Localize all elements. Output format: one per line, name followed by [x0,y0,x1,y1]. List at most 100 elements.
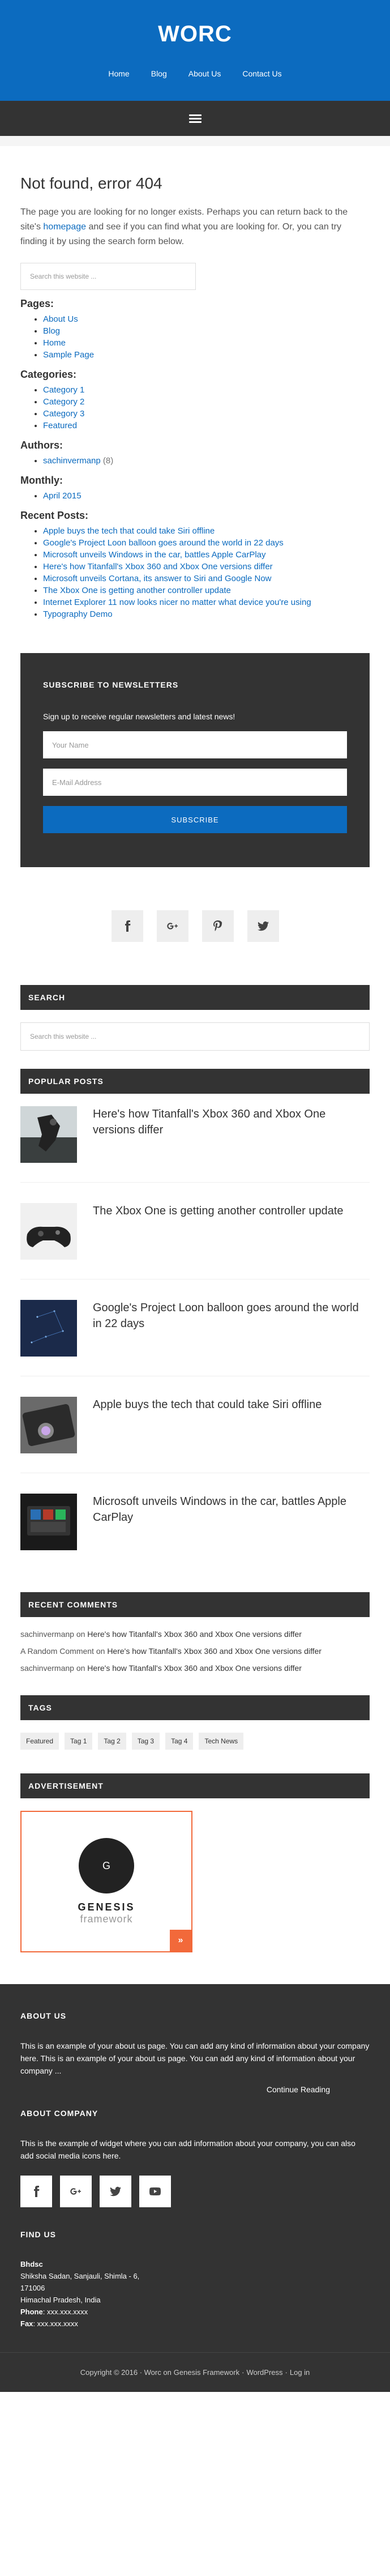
address-line: 171006 [20,2284,45,2292]
recent-post-link[interactable]: Microsoft unveils Cortana, its answer to… [43,574,272,583]
monthly-heading: Monthly: [20,475,63,486]
controller-thumbnail[interactable] [20,1203,77,1260]
email-field[interactable]: E-Mail Address [43,769,347,796]
loon-balloon-thumbnail[interactable] [20,1300,77,1357]
genesis-ad-banner[interactable]: G GENESIS framework » [20,1811,192,1952]
comment-on: on [96,1647,105,1656]
page-link[interactable]: Home [43,338,66,348]
nav-blog[interactable]: Blog [151,69,167,78]
comment-author[interactable]: sachinvermanp [20,1664,74,1673]
pages-list: About Us Blog Home Sample Page [20,313,370,361]
list-item: Category 1 [43,384,370,396]
list-item: Category 2 [43,396,370,408]
list-item: Google's Project Loon balloon goes aroun… [43,537,370,549]
popular-post[interactable]: Microsoft unveils Windows in the car, ba… [20,1494,370,1570]
category-link[interactable]: Category 3 [43,409,84,419]
newsletter-text: Sign up to receive regular newsletters a… [43,712,235,721]
genesis-framework-link[interactable]: Genesis Framework [174,2368,239,2377]
site-title[interactable]: WORC [0,0,390,69]
address-line: Himachal Pradesh, India [20,2296,101,2304]
about-company-text: This is the example of widget where you … [20,2139,355,2160]
carplay-thumbnail[interactable] [20,1494,77,1550]
list-item: About Us [43,313,370,325]
comment-author[interactable]: sachinvermanp [20,1630,74,1639]
nav-home[interactable]: Home [108,69,129,78]
recent-post-link[interactable]: Microsoft unveils Windows in the car, ba… [43,550,266,560]
subscribe-button[interactable]: SUBSCRIBE [43,806,347,833]
sidebar-search-input[interactable]: Search this website ... [20,1022,370,1051]
comment-on: on [76,1630,85,1639]
sidebar: SEARCH Search this website ... POPULAR P… [20,985,370,1952]
titanfall-thumbnail[interactable] [20,1106,77,1163]
popular-post-title[interactable]: Apple buys the tech that could take Siri… [93,1397,322,1413]
google-plus-icon[interactable] [60,2176,92,2207]
recent-post-link[interactable]: Here's how Titanfall's Xbox 360 and Xbox… [43,562,273,572]
recent-post-link[interactable]: Apple buys the tech that could take Siri… [43,526,215,536]
main-content: Not found, error 404 The page you are lo… [0,174,390,1952]
menu-icon[interactable] [188,113,202,125]
comment-post-link[interactable]: Here's how Titanfall's Xbox 360 and Xbox… [87,1630,302,1639]
address-line: Shiksha Sadan, Sanjauli, Shimla - 6, [20,2272,140,2280]
recent-post-link[interactable]: Typography Demo [43,609,113,619]
ad-brand-name: GENESIS [78,1901,135,1913]
continue-reading-link[interactable]: Continue Reading [20,2085,330,2094]
popular-post-title[interactable]: The Xbox One is getting another controll… [93,1203,344,1219]
page-link[interactable]: Sample Page [43,350,94,360]
category-link[interactable]: Category 1 [43,385,84,395]
popular-post[interactable]: Google's Project Loon balloon goes aroun… [20,1300,370,1376]
recent-comments-list: sachinvermanp on Here's how Titanfall's … [20,1630,370,1673]
popular-post[interactable]: Here's how Titanfall's Xbox 360 and Xbox… [20,1106,370,1183]
page-link[interactable]: About Us [43,314,78,324]
comment-item: sachinvermanp on Here's how Titanfall's … [20,1630,370,1639]
facebook-icon[interactable] [111,910,143,942]
facebook-icon[interactable] [20,2176,52,2207]
popular-post-title[interactable]: Google's Project Loon balloon goes aroun… [93,1300,370,1332]
twitter-icon[interactable] [100,2176,131,2207]
category-link[interactable]: Category 2 [43,397,84,407]
login-link[interactable]: Log in [290,2368,310,2377]
comment-post-link[interactable]: Here's how Titanfall's Xbox 360 and Xbox… [87,1664,302,1673]
author-link[interactable]: sachinvermanp [43,456,101,466]
arrow-icon[interactable]: » [170,1930,191,1951]
youtube-icon[interactable] [139,2176,171,2207]
list-item: Microsoft unveils Windows in the car, ba… [43,549,370,561]
tag[interactable]: Featured [20,1733,59,1750]
mobile-menu-bar [0,101,390,136]
tag[interactable]: Tech News [199,1733,244,1750]
page-link[interactable]: Blog [43,326,60,336]
nav-contact-us[interactable]: Contact Us [242,69,281,78]
popular-post-title[interactable]: Here's how Titanfall's Xbox 360 and Xbox… [93,1106,370,1138]
wordpress-link[interactable]: WordPress [246,2368,282,2377]
tag[interactable]: Tag 3 [131,1733,160,1750]
recent-comments-title: RECENT COMMENTS [20,1592,370,1617]
nav-about-us[interactable]: About Us [188,69,221,78]
name-field[interactable]: Your Name [43,731,347,758]
archive-link[interactable]: April 2015 [43,491,82,501]
popular-post[interactable]: Apple buys the tech that could take Siri… [20,1397,370,1473]
recent-post-link[interactable]: Google's Project Loon balloon goes aroun… [43,538,284,548]
recent-posts-list: Apple buys the tech that could take Siri… [20,525,370,620]
list-item: Apple buys the tech that could take Siri… [43,525,370,537]
pinterest-icon[interactable] [202,910,234,942]
comment-post-link[interactable]: Here's how Titanfall's Xbox 360 and Xbox… [107,1647,322,1656]
siri-thumbnail[interactable] [20,1397,77,1453]
advertisement-title: ADVERTISEMENT [20,1773,370,1798]
search-input[interactable]: Search this website ... [20,263,196,290]
recent-post-link[interactable]: Internet Explorer 11 now looks nicer no … [43,598,311,607]
recent-posts-heading: Recent Posts: [20,510,89,521]
newsletter-title: SUBSCRIBE TO NEWSLETTERS [43,680,179,689]
tag[interactable]: Tag 2 [98,1733,126,1750]
comment-on: on [76,1664,85,1673]
recent-post-link[interactable]: The Xbox One is getting another controll… [43,586,231,595]
homepage-link[interactable]: homepage [43,222,86,232]
google-plus-icon[interactable] [156,910,188,942]
comment-author[interactable]: A Random Comment [20,1647,94,1656]
popular-post-title[interactable]: Microsoft unveils Windows in the car, ba… [93,1494,370,1525]
genesis-logo: G [79,1838,134,1893]
category-link[interactable]: Featured [43,421,77,430]
twitter-icon[interactable] [247,910,279,942]
tag[interactable]: Tag 4 [165,1733,194,1750]
popular-post[interactable]: The Xbox One is getting another controll… [20,1203,370,1280]
primary-nav: Home Blog About Us Contact Us [0,69,390,78]
tag[interactable]: Tag 1 [65,1733,93,1750]
